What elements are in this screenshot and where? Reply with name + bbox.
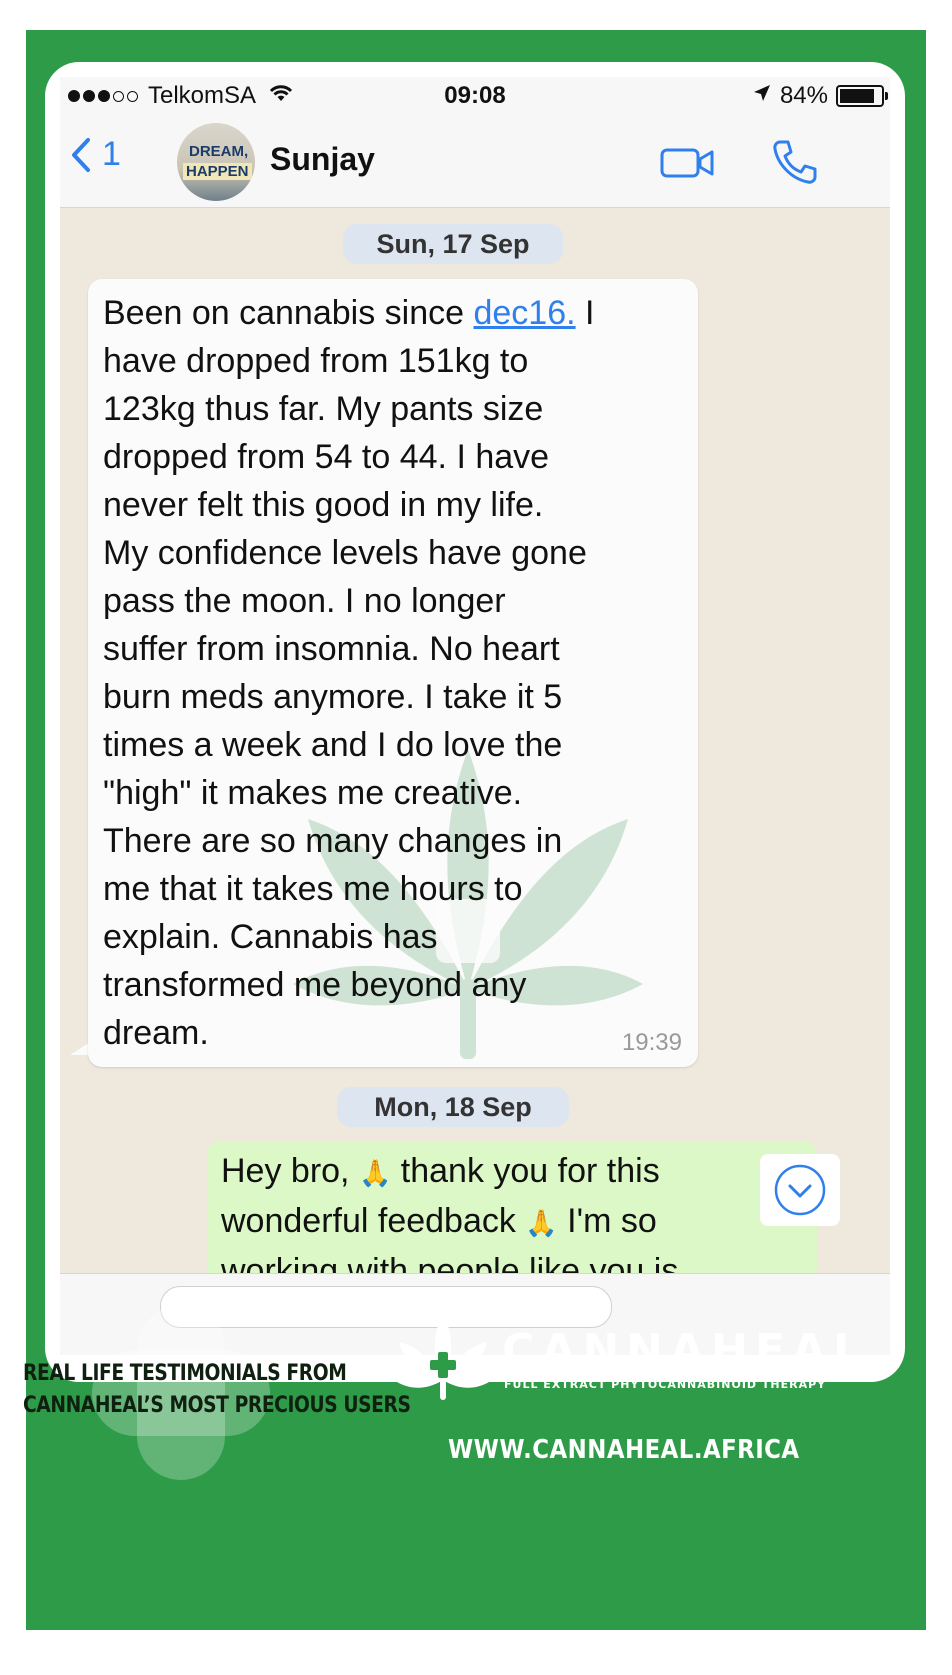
- status-bar: TelkomSA 09:08 84%: [60, 77, 890, 115]
- phone-screenshot-card: TelkomSA 09:08 84% 1 DREAM, HAPPEN Sunja…: [45, 62, 905, 1382]
- date-link[interactable]: dec16.: [473, 294, 575, 332]
- chevron-left-icon: [72, 137, 90, 172]
- tagline: REAL LIFE TESTIMONIALS FROM CANNAHEAL’S …: [23, 1358, 411, 1422]
- cannaheal-leaf-logo: [397, 1314, 489, 1400]
- contact-avatar[interactable]: DREAM, HAPPEN: [177, 123, 255, 201]
- message-line: burn meds anymore. I take it 5: [103, 678, 563, 716]
- message-line: have dropped from 151kg to: [103, 342, 529, 380]
- praying-hands-emoji: 🙏: [358, 1158, 392, 1189]
- brand-name: CANNAHEAL: [502, 1325, 869, 1376]
- contact-name[interactable]: Sunjay: [270, 141, 375, 178]
- outgoing-message-bubble[interactable]: Hey bro, 🙏 thank you for this wonderful …: [207, 1141, 817, 1281]
- message-line: never felt this good in my life.: [103, 486, 544, 524]
- message-line: Been on cannabis since dec16. I: [103, 294, 595, 332]
- date-separator-2: Mon, 18 Sep: [337, 1087, 569, 1127]
- message-line: There are so many changes in: [103, 822, 563, 860]
- tagline-line-1: REAL LIFE TESTIMONIALS FROM: [23, 1361, 347, 1386]
- message-input[interactable]: [160, 1286, 612, 1328]
- message-line: "high" it makes me creative.: [103, 774, 523, 812]
- video-camera-icon: [660, 148, 714, 178]
- message-line: My confidence levels have gone: [103, 534, 587, 572]
- date-separator-1: Sun, 17 Sep: [343, 224, 563, 264]
- scroll-to-bottom-button[interactable]: [760, 1154, 840, 1226]
- message-line: transformed me beyond any: [103, 966, 527, 1004]
- chat-header: 1 DREAM, HAPPEN Sunjay: [60, 115, 890, 208]
- incoming-message-bubble[interactable]: Been on cannabis since dec16. I have dro…: [88, 279, 698, 1067]
- avatar-text-2: HAPPEN: [183, 163, 252, 180]
- praying-hands-emoji: 🙏: [525, 1208, 558, 1239]
- avatar-text-1: DREAM,: [189, 143, 249, 160]
- message-line: times a week and I do love the: [103, 726, 563, 764]
- battery-icon: [836, 85, 888, 107]
- message-line: 123kg thus far. My pants size: [103, 390, 544, 428]
- message-line: pass the moon. I no longer: [103, 582, 506, 620]
- battery-percent: 84%: [779, 82, 828, 109]
- outgoing-message-text: Hey bro, 🙏 thank you for this wonderful …: [221, 1147, 678, 1281]
- battery-fill: [840, 89, 874, 103]
- status-right: 84%: [752, 82, 888, 110]
- message-line: dream.: [103, 1014, 209, 1052]
- message-timestamp: 19:39: [621, 1029, 682, 1056]
- message-line: explain. Cannabis has: [103, 918, 438, 956]
- back-unread-count: 1: [102, 135, 121, 173]
- voice-call-button[interactable]: [770, 137, 820, 187]
- message-line: me that it takes me hours to: [103, 870, 523, 908]
- brand-subtitle: FULL EXTRACT PHYTOCANNABINOID THERAPY: [504, 1378, 827, 1391]
- website-link[interactable]: WWW.CANNAHEAL.AFRICA: [448, 1435, 800, 1465]
- phone-icon: [773, 140, 817, 184]
- message-line: dropped from 54 to 44. I have: [103, 438, 550, 476]
- chat-screen: TelkomSA 09:08 84% 1 DREAM, HAPPEN Sunja…: [60, 77, 890, 1355]
- tagline-line-2: CANNAHEAL’S MOST PRECIOUS USERS: [23, 1393, 411, 1418]
- chevron-down-circle-icon: [774, 1164, 826, 1216]
- incoming-message-text: Been on cannabis since dec16. I have dro…: [103, 289, 693, 1057]
- video-call-button[interactable]: [660, 147, 716, 179]
- back-button[interactable]: 1: [70, 135, 121, 174]
- location-arrow-icon: [752, 82, 772, 110]
- message-line: suffer from insomnia. No heart: [103, 630, 560, 668]
